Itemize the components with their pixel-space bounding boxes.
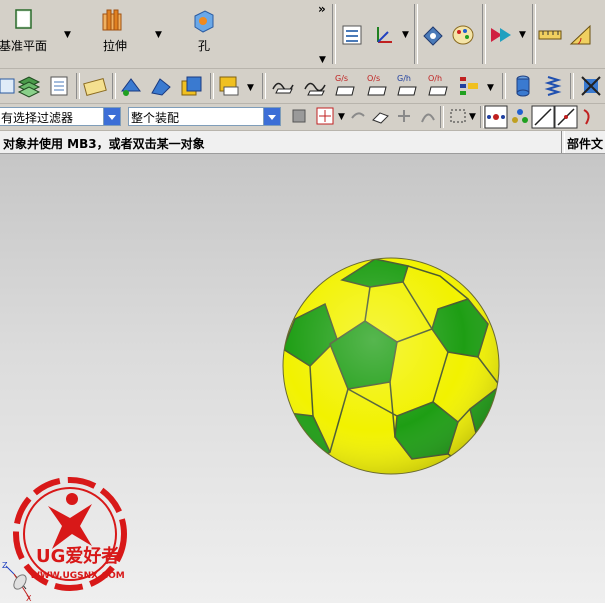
type-filter-dropdown-icon[interactable]	[103, 108, 120, 125]
soccer-ball-model[interactable]	[280, 257, 505, 475]
toolbar-separator	[112, 73, 116, 99]
datum-plane-icon	[15, 9, 32, 29]
toolbar-separator	[502, 73, 506, 99]
toolbar-separator	[262, 73, 266, 99]
toolbar-separator	[332, 4, 336, 64]
watermark-logo-text: UG爱好者	[36, 545, 119, 567]
status-bar: 对象并使用 MB3，或者双击某一对象 部件文	[0, 131, 605, 154]
g-h-icon[interactable]: G/h	[394, 73, 420, 99]
blend-face-icon[interactable]	[118, 73, 144, 99]
wcs-dropdown-icon[interactable]: ▼	[402, 30, 409, 40]
display-properties-icon[interactable]	[450, 22, 476, 48]
toolbar-separator	[440, 106, 444, 128]
section-curve-icon[interactable]	[270, 73, 296, 99]
rectangle-select-dropdown-icon[interactable]: ▼	[469, 112, 476, 122]
measure-angle-icon[interactable]	[568, 22, 594, 48]
o-h-icon[interactable]: O/h	[425, 73, 451, 99]
face-selection-icon[interactable]	[368, 104, 394, 130]
hole-button[interactable]: 孔	[184, 4, 224, 62]
selection-scope-dropdown-icon[interactable]	[263, 108, 280, 125]
table-features-icon[interactable]	[340, 22, 366, 48]
selection-bar: 有选择过滤器 整个装配 ▼ ▼	[0, 104, 605, 131]
graphics-canvas[interactable]: UG爱好者 WWW.UGSNX.COM Z X	[0, 154, 605, 603]
hole-icon	[194, 10, 214, 33]
status-separator	[561, 131, 565, 153]
o-shape-icon[interactable]: O/s	[364, 73, 390, 99]
svg-text:G/s: G/s	[335, 74, 348, 83]
triad-z-label: Z	[2, 561, 8, 570]
move-object-icon[interactable]	[488, 22, 514, 48]
cylinder-icon[interactable]	[510, 73, 536, 99]
graphics-viewport[interactable]: UG爱好者 WWW.UGSNX.COM Z X	[0, 154, 605, 603]
spring-icon[interactable]	[540, 73, 566, 99]
offset-curve-icon[interactable]	[302, 73, 328, 99]
part-navigator-label: 部件文	[567, 137, 604, 151]
delete-body-icon[interactable]	[578, 73, 604, 99]
datum-plane-dropdown-icon[interactable]: ▼	[64, 30, 71, 40]
svg-text:O/s: O/s	[367, 74, 380, 83]
feature-toolbar: 基准平面 ▼ 拉伸 ▼ 孔 » ▼ ▼ ▼	[0, 0, 605, 69]
global-shaping-icon[interactable]: G/s	[332, 73, 358, 99]
annotation-dropdown-icon[interactable]: ▼	[247, 83, 254, 93]
svg-text:G/h: G/h	[397, 74, 411, 83]
toolbar-separator	[532, 4, 536, 64]
snap-control-point-icon[interactable]	[578, 104, 604, 130]
toolbar-separator	[76, 73, 80, 99]
datum-plane-button[interactable]: 基准平面	[0, 4, 52, 62]
triad-x-label: X	[26, 594, 32, 603]
toolbar-customize-icon[interactable]: ▼	[319, 55, 326, 65]
chamfer-icon[interactable]	[148, 73, 174, 99]
list-dropdown-icon[interactable]: ▼	[487, 83, 494, 93]
watermark-url-text: WWW.UGSNX.COM	[30, 571, 125, 581]
measure-distance-icon[interactable]	[537, 22, 563, 48]
toolbar-separator	[570, 73, 574, 99]
type-filter-select[interactable]: 有选择过滤器	[0, 107, 121, 126]
toolbar-overflow-icon[interactable]: »	[318, 2, 326, 16]
utility-toolbar: ▼ G/s O/s G/h O/h ▼	[0, 69, 605, 104]
snap-point-icon[interactable]	[313, 104, 339, 130]
toolbar-separator	[414, 4, 418, 64]
list-blocks-icon[interactable]	[456, 73, 482, 99]
snap-dropdown-icon[interactable]: ▼	[338, 112, 345, 122]
svg-text:O/h: O/h	[428, 74, 442, 83]
extrude-icon	[102, 9, 122, 31]
annotation-icon[interactable]	[216, 73, 242, 99]
selection-scope-select[interactable]: 整个装配	[128, 107, 281, 126]
move-dropdown-icon[interactable]: ▼	[519, 30, 526, 40]
snap-midpoint-icon[interactable]	[553, 104, 579, 130]
shell-icon[interactable]	[178, 73, 204, 99]
status-prompt: 对象并使用 MB3，或者双击某一对象	[3, 137, 205, 151]
edit-feature-icon[interactable]	[420, 22, 446, 48]
edit-object-icon[interactable]	[82, 73, 108, 99]
general-selection-icon[interactable]	[287, 104, 313, 130]
snap-all-icon[interactable]	[483, 104, 509, 130]
layer-settings-icon[interactable]	[16, 73, 42, 99]
layer-list-icon[interactable]	[46, 73, 72, 99]
extrude-button[interactable]: 拉伸	[92, 4, 138, 62]
point-selection-icon[interactable]	[392, 104, 418, 130]
toolbar-separator	[482, 4, 486, 64]
toolbar-separator	[210, 73, 214, 99]
wcs-icon[interactable]	[372, 22, 398, 48]
extrude-dropdown-icon[interactable]: ▼	[155, 30, 162, 40]
curve-selection-icon[interactable]	[416, 104, 442, 130]
